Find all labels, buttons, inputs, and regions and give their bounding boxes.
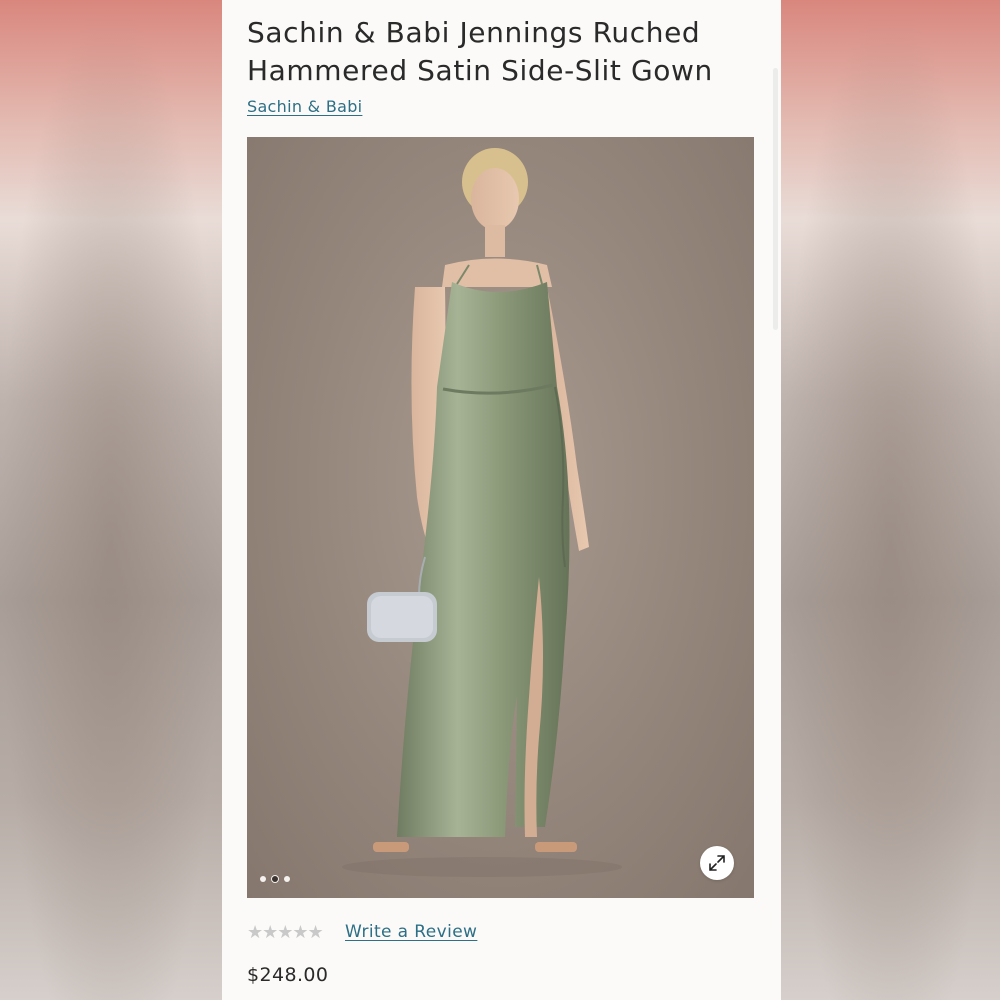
- expand-arrows-icon: [709, 855, 725, 871]
- star-icons: ★★★★★: [247, 922, 324, 943]
- gallery-dot-3[interactable]: [284, 876, 290, 882]
- product-image[interactable]: [247, 137, 754, 898]
- brand-link[interactable]: Sachin & Babi: [247, 97, 362, 116]
- product-title: Sachin & Babi Jennings Ruched Hammered S…: [247, 16, 713, 87]
- gallery-dot-1[interactable]: [260, 876, 266, 882]
- product-photo-illustration: [342, 148, 622, 877]
- expand-image-button[interactable]: [700, 846, 734, 880]
- write-review-link[interactable]: Write a Review: [345, 922, 477, 942]
- gallery-pagination: [260, 876, 290, 882]
- scrollbar[interactable]: [773, 68, 778, 330]
- rating-stars: ★★★★★: [247, 922, 324, 943]
- gallery-dot-2[interactable]: [272, 876, 278, 882]
- background-blur-left: [0, 0, 222, 1000]
- product-price: $248.00: [247, 964, 329, 986]
- background-blur-right: [781, 0, 1000, 1000]
